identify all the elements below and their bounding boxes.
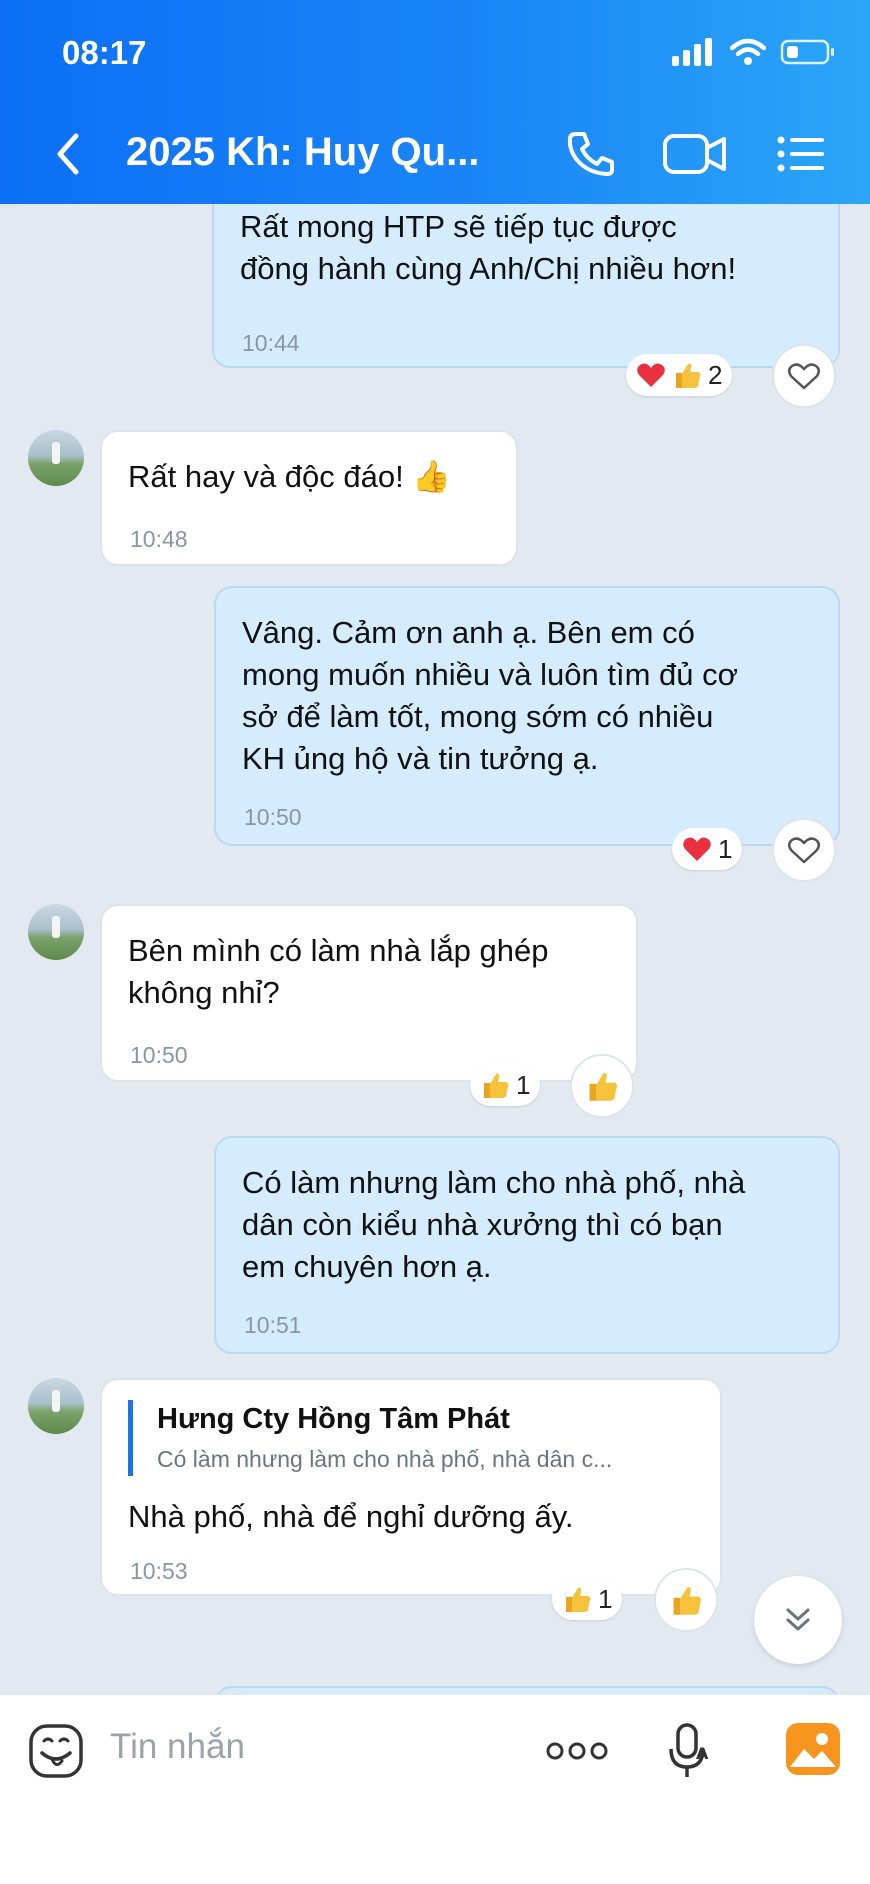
outgoing-message[interactable]: Vâng. Cảm ơn anh ạ. Bên em có mong muốn … [214, 586, 840, 846]
thumbs-up-icon [484, 1073, 509, 1098]
message-time: 10:53 [130, 1558, 188, 1584]
message-time: 10:51 [244, 1312, 302, 1338]
signal-icon [672, 38, 712, 66]
message-input[interactable]: Tin nhắn [110, 1727, 245, 1767]
outgoing-message[interactable]: Có làm nhưng làm cho nhà phố, nhà dân cò… [214, 1136, 840, 1354]
scroll-down-icon [786, 1608, 810, 1631]
quoted-sender: Hưng Cty Hồng Tâm Phát [157, 1403, 510, 1435]
message-time: 10:44 [242, 330, 300, 356]
heart-icon [683, 837, 711, 861]
status-icons [672, 38, 836, 66]
reaction-summary[interactable]: 1 [672, 828, 743, 870]
message-text: Rất mong HTP sẽ tiếp tục được đồng hành … [240, 209, 737, 286]
battery-icon [780, 39, 834, 65]
react-button[interactable] [772, 818, 836, 882]
svg-text:A: A [696, 1744, 709, 1763]
reaction-count: 1 [516, 1069, 531, 1100]
react-button[interactable] [654, 1568, 718, 1632]
heart-icon [637, 363, 665, 387]
thumbs-up-icon [589, 1072, 618, 1101]
video-call-icon[interactable] [662, 126, 728, 182]
message-time: 10:50 [130, 1042, 188, 1068]
message-time: 10:50 [244, 804, 302, 830]
gallery-icon[interactable] [784, 1721, 842, 1777]
heart-icon [788, 363, 820, 390]
message-text: Bên mình có làm nhà lắp ghép không nhỉ? [128, 933, 549, 1010]
incoming-message[interactable]: Hưng Cty Hồng Tâm Phát Có làm nhưng làm … [100, 1378, 722, 1596]
reaction-summary[interactable]: 1 [470, 1064, 541, 1106]
reaction-summary[interactable]: 1 [552, 1578, 623, 1620]
reaction-count: 1 [718, 833, 733, 864]
message-time: 10:48 [130, 526, 188, 552]
react-button[interactable] [570, 1054, 634, 1118]
avatar[interactable] [28, 430, 84, 486]
status-time: 08:17 [62, 34, 147, 71]
quoted-message[interactable]: Hưng Cty Hồng Tâm Phát Có làm nhưng làm … [128, 1400, 694, 1476]
reaction-count: 2 [708, 359, 723, 390]
heart-icon [788, 837, 820, 864]
outgoing-message[interactable] [214, 1686, 840, 1694]
outgoing-message[interactable]: Rất mong HTP sẽ tiếp tục được đồng hành … [212, 204, 840, 368]
message-text: Có làm nhưng làm cho nhà phố, nhà dân cò… [242, 1165, 746, 1284]
reaction-count: 1 [598, 1583, 613, 1614]
more-options-icon[interactable] [546, 1739, 608, 1763]
wifi-icon [730, 38, 766, 65]
react-button[interactable] [772, 344, 836, 408]
quoted-text: Có làm nhưng làm cho nhà phố, nhà dân c.… [157, 1446, 613, 1472]
message-text: Nhà phố, nhà để nghỉ dưỡng ấy. [128, 1499, 574, 1534]
incoming-message[interactable]: Bên mình có làm nhà lắp ghép không nhỉ? … [100, 904, 638, 1082]
reaction-summary[interactable]: 2 [626, 354, 733, 396]
message-text: Vâng. Cảm ơn anh ạ. Bên em có mong muốn … [242, 615, 738, 776]
incoming-message[interactable]: Rất hay và độc đáo! 👍 10:48 [100, 430, 518, 566]
avatar[interactable] [28, 1378, 84, 1434]
sticker-icon[interactable] [28, 1723, 84, 1779]
chat-title[interactable]: 2025 Kh: Huy Qu... [126, 130, 479, 175]
voice-to-text-icon[interactable]: A [666, 1721, 714, 1781]
menu-list-icon[interactable] [776, 126, 826, 182]
back-icon[interactable] [46, 126, 90, 182]
thumbs-up-icon [566, 1587, 591, 1612]
avatar[interactable] [28, 904, 84, 960]
chat-header: 08:17 2025 Kh: Huy Qu... [0, 0, 870, 204]
message-list[interactable]: Rất mong HTP sẽ tiếp tục được đồng hành … [0, 204, 870, 1694]
thumbs-up-icon [673, 1586, 702, 1615]
thumbs-up-icon [676, 363, 701, 388]
message-text: Rất hay và độc đáo! 👍 [128, 459, 451, 494]
composer: Tin nhắn A [0, 1694, 870, 1884]
phone-icon[interactable] [560, 126, 620, 182]
scroll-down-button[interactable] [754, 1576, 842, 1664]
